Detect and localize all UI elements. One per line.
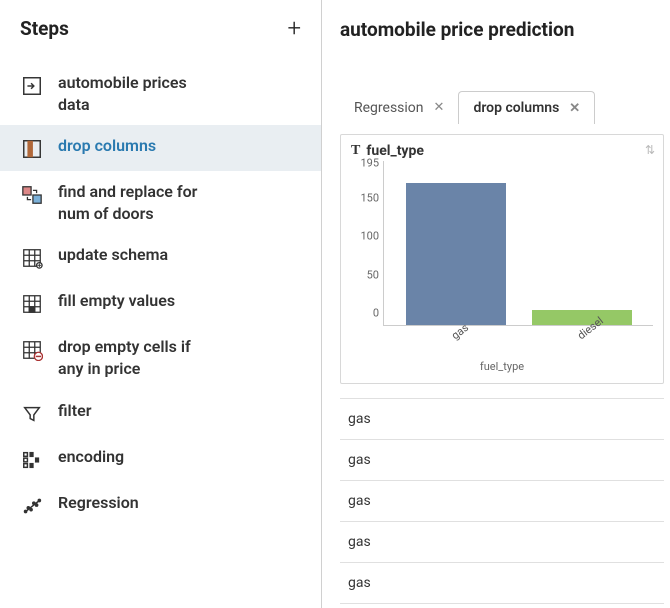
step-item-fill-empty[interactable]: fill empty values: [0, 280, 321, 326]
step-label: drop empty cells if any in price: [58, 336, 203, 379]
filter-icon: [20, 402, 44, 426]
find-replace-icon: [20, 183, 44, 207]
x-axis-labels: gasdiesel: [383, 326, 653, 354]
page-title: automobile price prediction: [340, 18, 664, 41]
y-tick: 50: [367, 268, 379, 281]
steps-title: Steps: [20, 17, 69, 40]
step-label: update schema: [58, 244, 168, 266]
add-step-button[interactable]: +: [287, 16, 301, 40]
regression-icon: [20, 494, 44, 518]
step-item-drop-columns[interactable]: drop columns: [0, 125, 321, 171]
schema-icon: [20, 246, 44, 270]
step-label: automobile prices data: [58, 72, 203, 115]
x-axis-title: fuel_type: [351, 360, 653, 373]
step-label: find and replace for num of doors: [58, 181, 203, 224]
bar-chart: 050100150195: [351, 161, 653, 326]
y-tick: 195: [360, 157, 379, 170]
text-type-icon: T: [351, 143, 360, 159]
data-rows: gasgasgasgasgas: [340, 398, 664, 604]
y-axis: 050100150195: [351, 161, 383, 326]
step-label: encoding: [58, 446, 124, 468]
column-chart-card: T fuel_type ⇅ 0 50 100 150 195 gasdiesel fue…: [340, 134, 664, 384]
column-header: T fuel_type: [351, 143, 653, 159]
fill-empty-icon: [20, 292, 44, 316]
drop-empty-icon: [20, 338, 44, 362]
close-icon[interactable]: ✕: [434, 100, 445, 115]
table-row[interactable]: gas: [340, 563, 664, 604]
steps-list: automobile prices data drop columns find…: [0, 62, 321, 528]
table-row[interactable]: gas: [340, 522, 664, 563]
step-item-encoding[interactable]: encoding: [0, 436, 321, 482]
step-item-drop-empty[interactable]: drop empty cells if any in price: [0, 326, 321, 389]
table-row[interactable]: gas: [340, 440, 664, 481]
steps-header: Steps +: [0, 0, 321, 62]
main-panel: automobile price prediction Regression ✕…: [322, 0, 670, 608]
tabs-bar: Regression ✕ drop columns ✕: [340, 91, 664, 124]
step-item-update-schema[interactable]: update schema: [0, 234, 321, 280]
table-row[interactable]: gas: [340, 398, 664, 440]
y-tick: 0: [373, 307, 379, 320]
drop-columns-icon: [20, 137, 44, 161]
tab-drop-columns[interactable]: drop columns ✕: [458, 91, 595, 124]
tab-label: Regression: [354, 100, 424, 116]
sort-icon[interactable]: ⇅: [645, 143, 655, 157]
step-item-regression[interactable]: Regression: [0, 482, 321, 528]
step-item-find-replace[interactable]: find and replace for num of doors: [0, 171, 321, 234]
step-label: fill empty values: [58, 290, 175, 312]
table-row[interactable]: gas: [340, 481, 664, 522]
import-icon: [20, 74, 44, 98]
step-label: Regression: [58, 492, 139, 514]
chart-bar: [532, 310, 632, 325]
tab-regression[interactable]: Regression ✕: [340, 92, 458, 124]
step-label: drop columns: [58, 135, 156, 157]
steps-panel: Steps + automobile prices data drop colu…: [0, 0, 322, 608]
encoding-icon: [20, 448, 44, 472]
y-tick: 150: [360, 191, 379, 204]
step-item-data-source[interactable]: automobile prices data: [0, 62, 321, 125]
y-tick: 100: [360, 230, 379, 243]
tab-label: drop columns: [473, 100, 559, 116]
step-label: filter: [58, 400, 91, 422]
step-item-filter[interactable]: filter: [0, 390, 321, 436]
close-icon[interactable]: ✕: [569, 101, 580, 116]
chart-plot-area: [383, 161, 653, 326]
chart-bar: [406, 183, 506, 325]
